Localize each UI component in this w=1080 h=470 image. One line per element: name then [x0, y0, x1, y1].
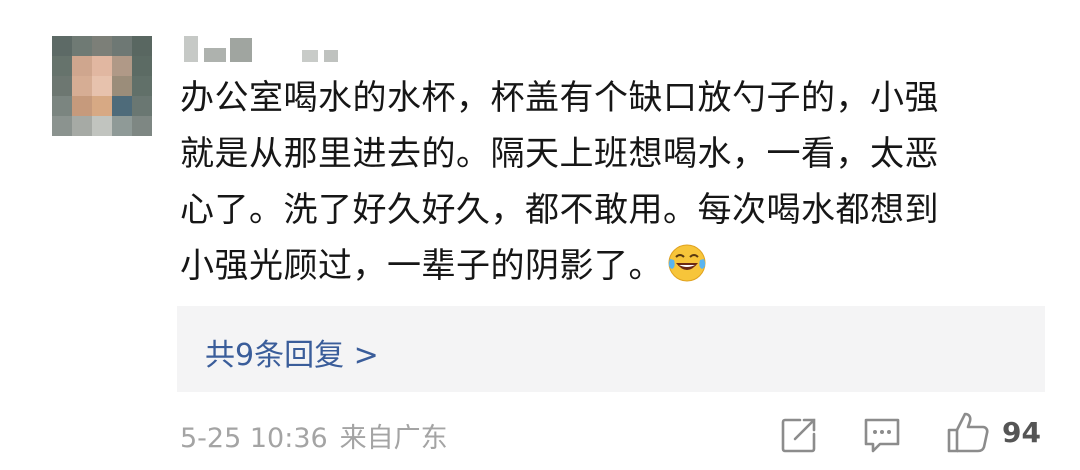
- thumbs-up-icon[interactable]: [946, 410, 990, 454]
- comment-text: 办公室喝水的水杯，杯盖有个缺口放勺子的，小强 就是从那里进去的。隔天上班想喝水，…: [180, 70, 1040, 294]
- username-blurred[interactable]: [184, 34, 364, 64]
- comment-meta: 5-25 10:36 来自广东: [180, 416, 448, 455]
- comment-line: 小强光顾过，一辈子的阴影了。: [180, 238, 1040, 294]
- comment-location: 来自广东: [339, 423, 448, 454]
- avatar[interactable]: [52, 36, 152, 136]
- share-icon[interactable]: [780, 416, 818, 454]
- replies-panel[interactable]: 共9条回复 >: [177, 306, 1045, 392]
- comment-line: 心了。洗了好久好久，都不敢用。每次喝水都想到: [180, 190, 939, 230]
- comment-icon[interactable]: [862, 416, 902, 454]
- comment-line-text: 小强光顾过，一辈子的阴影了。: [180, 246, 663, 286]
- like-count: 94: [1002, 416, 1041, 449]
- comment-line: 办公室喝水的水杯，杯盖有个缺口放勺子的，小强: [180, 78, 939, 118]
- comment-date: 5-25 10:36: [180, 423, 328, 454]
- laughing-tears-emoji: [668, 244, 706, 282]
- comment-line: 就是从那里进去的。隔天上班想喝水，一看，太恶: [180, 134, 939, 174]
- view-replies-link[interactable]: 共9条回复 >: [205, 330, 379, 374]
